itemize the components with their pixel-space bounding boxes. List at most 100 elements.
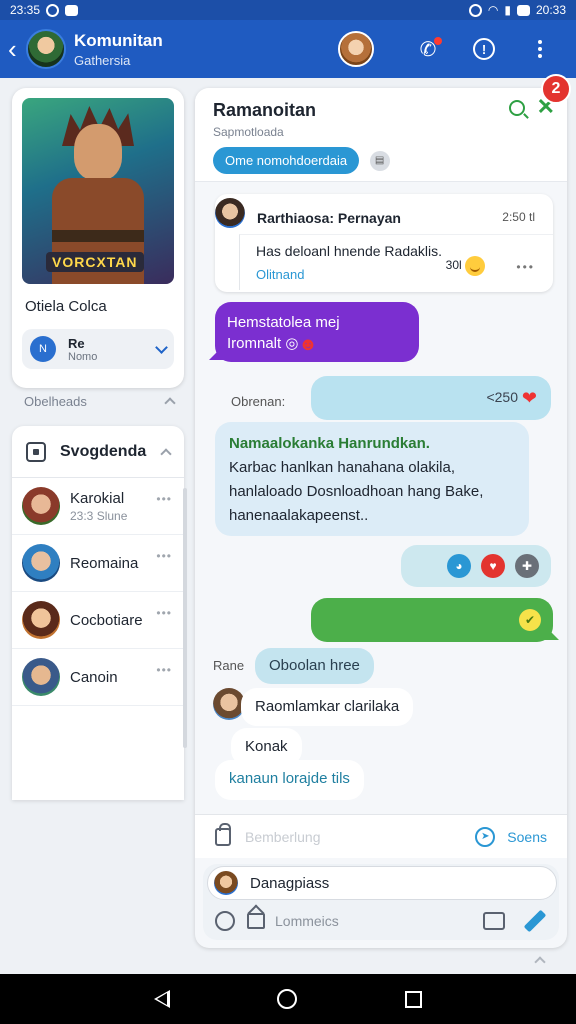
- call-button[interactable]: ✆: [416, 37, 440, 61]
- announcement-footer[interactable]: Olitnand: [256, 267, 537, 282]
- emoji-love-icon: ☻: [298, 333, 318, 354]
- topic-settings-icon[interactable]: ▤: [369, 150, 390, 171]
- message-text: <250: [486, 389, 519, 406]
- check-icon: ✔: [519, 609, 541, 631]
- compose-pen-icon[interactable]: [523, 909, 547, 933]
- tag-bubble[interactable]: Oboolan hree: [255, 648, 374, 684]
- channel-item[interactable]: Canoin •••: [12, 649, 184, 706]
- chat-panel: Ramanoitan Sapmotloada Ome nomohdoerdaia…: [195, 88, 567, 948]
- channel-item[interactable]: Karokial 23:3 Slune •••: [12, 478, 184, 535]
- collapse-icon[interactable]: [160, 448, 172, 460]
- reaction-heart-icon[interactable]: ♥: [481, 554, 505, 578]
- reaction-bar: ◕ ♥ ✚: [401, 545, 551, 587]
- reaction-count-value: 30l: [445, 258, 462, 273]
- alert-icon: !: [473, 38, 495, 60]
- message-bubble-blue[interactable]: <250 ❤: [311, 376, 551, 420]
- more-horiz-icon[interactable]: •••: [156, 663, 172, 677]
- more-menu-button[interactable]: [528, 37, 552, 61]
- more-horiz-icon[interactable]: •••: [516, 260, 535, 274]
- channel-avatar: [22, 487, 60, 525]
- lock-icon: [215, 822, 231, 846]
- send-icon[interactable]: ➤: [475, 826, 496, 847]
- more-horiz-icon[interactable]: •••: [156, 492, 172, 506]
- server-icon: N: [30, 336, 56, 362]
- announcement-title: Rarthiaosa: Pernayan: [257, 210, 401, 226]
- emoji-picker-icon[interactable]: [215, 911, 235, 931]
- nav-recents-icon[interactable]: [405, 990, 423, 1008]
- app-title: Komunitan: [74, 30, 163, 50]
- nav-home-icon[interactable]: [277, 989, 298, 1009]
- section-header[interactable]: Obelheads: [24, 394, 176, 409]
- heart-icon: ❤: [521, 388, 537, 408]
- message-bubble-green[interactable]: ✔: [311, 598, 559, 642]
- scroll-up-icon[interactable]: [534, 956, 546, 968]
- composer-placeholder[interactable]: Lommeics: [275, 913, 483, 929]
- channel-item[interactable]: Reomaina •••: [12, 535, 184, 592]
- status-time-left: 23:35: [10, 3, 41, 17]
- composer-avatar: [214, 871, 238, 895]
- reply-label: Obrenan:: [231, 394, 286, 409]
- channel-scrollbar[interactable]: [183, 488, 187, 748]
- notification-badge[interactable]: 2: [541, 74, 571, 104]
- signal-icon: ▮: [504, 3, 511, 17]
- info-button[interactable]: !: [472, 37, 496, 61]
- reaction-add-icon[interactable]: ✚: [515, 554, 539, 578]
- channel-name: Reomaina: [70, 554, 139, 572]
- announcement-body: Has deloanl hnende Radaklis.: [256, 243, 443, 259]
- wifi-icon: ◠: [487, 3, 499, 17]
- message-line: hanlaloado Dosnloadhoan hang Bake,: [229, 483, 484, 500]
- sync-icon: [46, 3, 60, 17]
- message-line: Karbac hanlkan hanahana olakila,: [229, 459, 456, 476]
- message-bubble-purple[interactable]: Hemstatolea mej Iromnalt ◎☻: [209, 302, 419, 362]
- topic-pill[interactable]: Ome nomohdoerdaia: [213, 147, 360, 174]
- chat-subtitle: Sapmotloada: [213, 125, 284, 139]
- selector-subtitle: Nomo: [68, 350, 98, 363]
- message-line: Hemstatolea mej: [227, 314, 340, 331]
- home-icon[interactable]: [247, 913, 265, 929]
- reaction-count: 30l: [446, 256, 485, 276]
- search-icon[interactable]: [509, 100, 525, 116]
- emoji-icon: ◎: [285, 335, 299, 352]
- user-avatar[interactable]: [338, 31, 374, 67]
- message-bubble[interactable]: Raomlamkar clarilaka: [241, 688, 414, 726]
- attachment-icon[interactable]: [483, 912, 505, 930]
- back-arrow-icon[interactable]: ‹: [8, 36, 22, 62]
- message-headline: Namaalokanka Hanrundkan.: [229, 435, 430, 452]
- game-cover-image: VORCXTAN: [22, 98, 174, 284]
- message-bubble-long[interactable]: Namaalokanka Hanrundkan. Karbac hanlkan …: [215, 422, 529, 536]
- message-line: Iromnalt: [227, 335, 282, 352]
- channel-avatar: [22, 658, 60, 696]
- alarm-icon: [468, 3, 482, 17]
- chat-title: Ramanoitan: [213, 100, 317, 120]
- message-input[interactable]: Danagpiass: [207, 866, 557, 900]
- community-avatar[interactable]: [26, 29, 66, 69]
- reaction-like-icon[interactable]: ◕: [447, 554, 471, 578]
- message-input-value: Danagpiass: [250, 874, 330, 892]
- selector-title: Re: [68, 335, 85, 351]
- system-nav-bar: [0, 974, 576, 1024]
- chevron-down-icon: [155, 340, 168, 354]
- section-label: Obelheads: [24, 394, 87, 409]
- channel-list-header[interactable]: Svogdenda: [12, 426, 184, 478]
- app-bar: ‹ Komunitan Gathersia ✆ !: [0, 20, 576, 78]
- nav-back-icon[interactable]: [153, 990, 170, 1008]
- app-subtitle: Gathersia: [74, 52, 131, 68]
- game-name: Otiela Colca: [25, 298, 107, 315]
- channel-item[interactable]: Cocbotiare •••: [12, 592, 184, 649]
- message-bubble[interactable]: kanaun lorajde tils: [215, 760, 364, 800]
- game-card[interactable]: VORCXTAN Otiela Colca N Re Nomo: [12, 88, 184, 388]
- channel-icon: [26, 441, 46, 462]
- more-horiz-icon[interactable]: •••: [156, 606, 172, 620]
- message-icon: [65, 4, 79, 16]
- notification-count: 2: [551, 80, 561, 97]
- message-composer: Danagpiass Lommeics: [203, 864, 559, 940]
- more-horiz-icon[interactable]: •••: [156, 549, 172, 563]
- send-label[interactable]: Soens: [507, 829, 547, 845]
- thread-placeholder[interactable]: Bemberlung: [245, 829, 475, 845]
- chevron-up-icon: [164, 397, 176, 409]
- server-selector[interactable]: N Re Nomo: [22, 329, 174, 369]
- battery-icon: [516, 4, 530, 16]
- announcement-card[interactable]: Rarthiaosa: Pernayan 2:50 tl Has deloanl…: [215, 194, 553, 292]
- channel-name: Karokial: [70, 489, 125, 507]
- more-vert-icon: [538, 40, 542, 58]
